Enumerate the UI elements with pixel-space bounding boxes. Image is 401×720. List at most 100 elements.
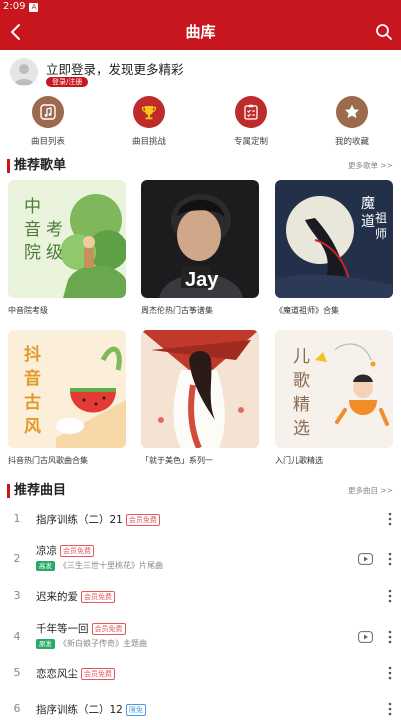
song-number: 3 [13,589,21,602]
quick-link-custom[interactable]: 专属定制 [211,96,291,147]
playlist-cover[interactable]: 中 音 院 考 级 [8,180,126,298]
svg-text:风: 风 [24,417,41,437]
quick-links: 曲目列表 曲目挑战 专属定制 我的收藏 [0,96,401,147]
more-playlists-link[interactable]: 更多歌单 >> [348,160,393,172]
login-register-button[interactable]: 登录/注册 [46,77,89,87]
notification-badge: A [29,3,39,12]
playlist-cover[interactable] [141,330,259,448]
song-row[interactable]: 4 千年等一回 会员免费 原发 《新白娘子传奇》主题曲 [0,618,401,656]
login-prompt: 立即登录，发现更多精彩 [46,62,184,77]
quick-link-label: 曲目列表 [30,137,65,147]
playlist-card[interactable]: 儿 歌 精 选 入门儿歌精选 [275,330,393,466]
music-note-icon [32,96,64,128]
more-options-icon[interactable] [388,702,392,716]
quality-badge: 原发 [36,639,55,649]
section-title: 推荐歌单 [14,158,67,173]
more-songs-link[interactable]: 更多曲目 >> [348,485,393,497]
song-row[interactable]: 2 凉凉 会员免费 高发 《三生三世十里桃花》片尾曲 [0,540,401,578]
svg-text:师: 师 [375,227,387,241]
playlist-title: 周杰伦热门古筝谱集 [141,306,213,315]
quick-link-favorites[interactable]: 我的收藏 [312,96,392,147]
section-accent-bar [7,159,10,173]
song-row[interactable]: 6 指序训练（二）12 限免 [0,699,401,720]
svg-text:道: 道 [361,214,375,230]
song-number: 5 [13,666,21,679]
song-name: 指序训练（二）21 会员免费 [36,512,160,527]
song-row[interactable]: 5 恋恋风尘 会员免费 [0,663,401,701]
star-icon [336,96,368,128]
more-options-icon[interactable] [388,666,392,680]
login-banner[interactable]: 立即登录，发现更多精彩 登录/注册 [0,50,401,94]
member-free-tag: 会员免费 [91,623,126,635]
quick-link-challenge[interactable]: 曲目挑战 [109,96,189,147]
svg-text:选: 选 [293,419,310,439]
quick-link-label: 专属定制 [233,137,268,147]
song-name: 迟来的爱 会员免费 [36,589,115,604]
status-bar: 2:09 A [0,0,401,14]
cover-text: 儿 [293,347,310,367]
svg-text:音: 音 [24,220,41,240]
page-title: 曲库 [185,23,216,41]
song-row[interactable]: 1 指序训练（二）21 会员免费 [0,506,401,544]
section-title: 推荐曲目 [14,483,67,498]
playlist-card[interactable]: Jay 周杰伦热门古筝谱集 [141,180,259,316]
cover-text: Jay [185,269,219,291]
playlist-card[interactable]: 魔 道 祖 师 《魔道祖师》合集 [275,180,393,316]
song-subtitle: 原发 《新白娘子传奇》主题曲 [36,638,147,649]
playlist-title: 中音院考级 [8,306,48,315]
checklist-icon [235,96,267,128]
member-free-tag: 会员免费 [81,668,115,680]
cover-text: 魔 [361,196,375,212]
song-name: 恋恋风尘 会员免费 [36,666,115,681]
playlist-title: 抖音热门古风歌曲合集 [8,456,88,465]
limited-free-tag: 限免 [125,704,146,716]
svg-text:古: 古 [24,392,41,413]
cover-text: 抖 [24,344,41,365]
playlist-cover[interactable]: 儿 歌 精 选 [275,330,393,448]
svg-text:级: 级 [46,243,63,263]
more-options-icon[interactable] [388,552,392,566]
song-name: 凉凉 会员免费 [36,543,94,558]
quick-link-song-list[interactable]: 曲目列表 [8,96,88,147]
video-play-icon[interactable] [358,631,373,643]
quality-badge: 高发 [36,561,55,571]
song-number: 6 [13,702,21,715]
more-options-icon[interactable] [388,589,392,603]
svg-text:考: 考 [46,220,63,240]
song-name: 千年等一回 会员免费 [36,621,126,636]
member-free-tag: 会员免费 [125,514,160,526]
default-avatar-icon [14,64,34,85]
member-free-tag: 会员免费 [81,591,115,603]
video-play-icon[interactable] [358,553,373,565]
playlist-cover[interactable]: 魔 道 祖 师 [275,180,393,298]
more-options-icon[interactable] [388,512,392,526]
svg-text:音: 音 [24,368,41,389]
search-icon[interactable] [373,21,395,43]
svg-text:精: 精 [293,395,310,415]
more-options-icon[interactable] [388,630,392,644]
svg-text:祖: 祖 [375,210,387,225]
svg-text:歌: 歌 [293,371,310,391]
playlist-card[interactable]: 「就于美色」系列一 [141,330,259,466]
quick-link-label: 曲目挑战 [131,137,166,147]
member-free-tag: 会员免费 [60,545,94,557]
song-subtitle: 高发 《三生三世十里桃花》片尾曲 [36,560,163,571]
playlists-section-header: 推荐歌单 更多歌单 >> [0,157,401,175]
playlist-title: 入门儿歌精选 [275,456,323,465]
quick-link-label: 我的收藏 [334,137,369,147]
song-number: 1 [13,512,21,525]
top-bar: 曲库 [0,14,401,50]
playlist-title: 《魔道祖师》合集 [275,306,339,315]
song-name: 指序训练（二）12 限免 [36,702,146,717]
playlist-card[interactable]: 抖 音 古 风 抖音热门古风歌曲合集 [8,330,126,466]
playlist-card[interactable]: 中 音 院 考 级 中音院考级 [8,180,126,316]
playlist-cover[interactable]: Jay [141,180,259,298]
trophy-icon [133,96,165,128]
playlist-cover[interactable]: 抖 音 古 风 [8,330,126,448]
svg-text:院: 院 [24,243,41,263]
status-time: 2:09 [3,1,26,12]
avatar[interactable] [10,58,38,86]
song-number: 4 [13,630,21,643]
songs-section-header: 推荐曲目 更多曲目 >> [0,482,401,500]
section-accent-bar [7,484,10,498]
